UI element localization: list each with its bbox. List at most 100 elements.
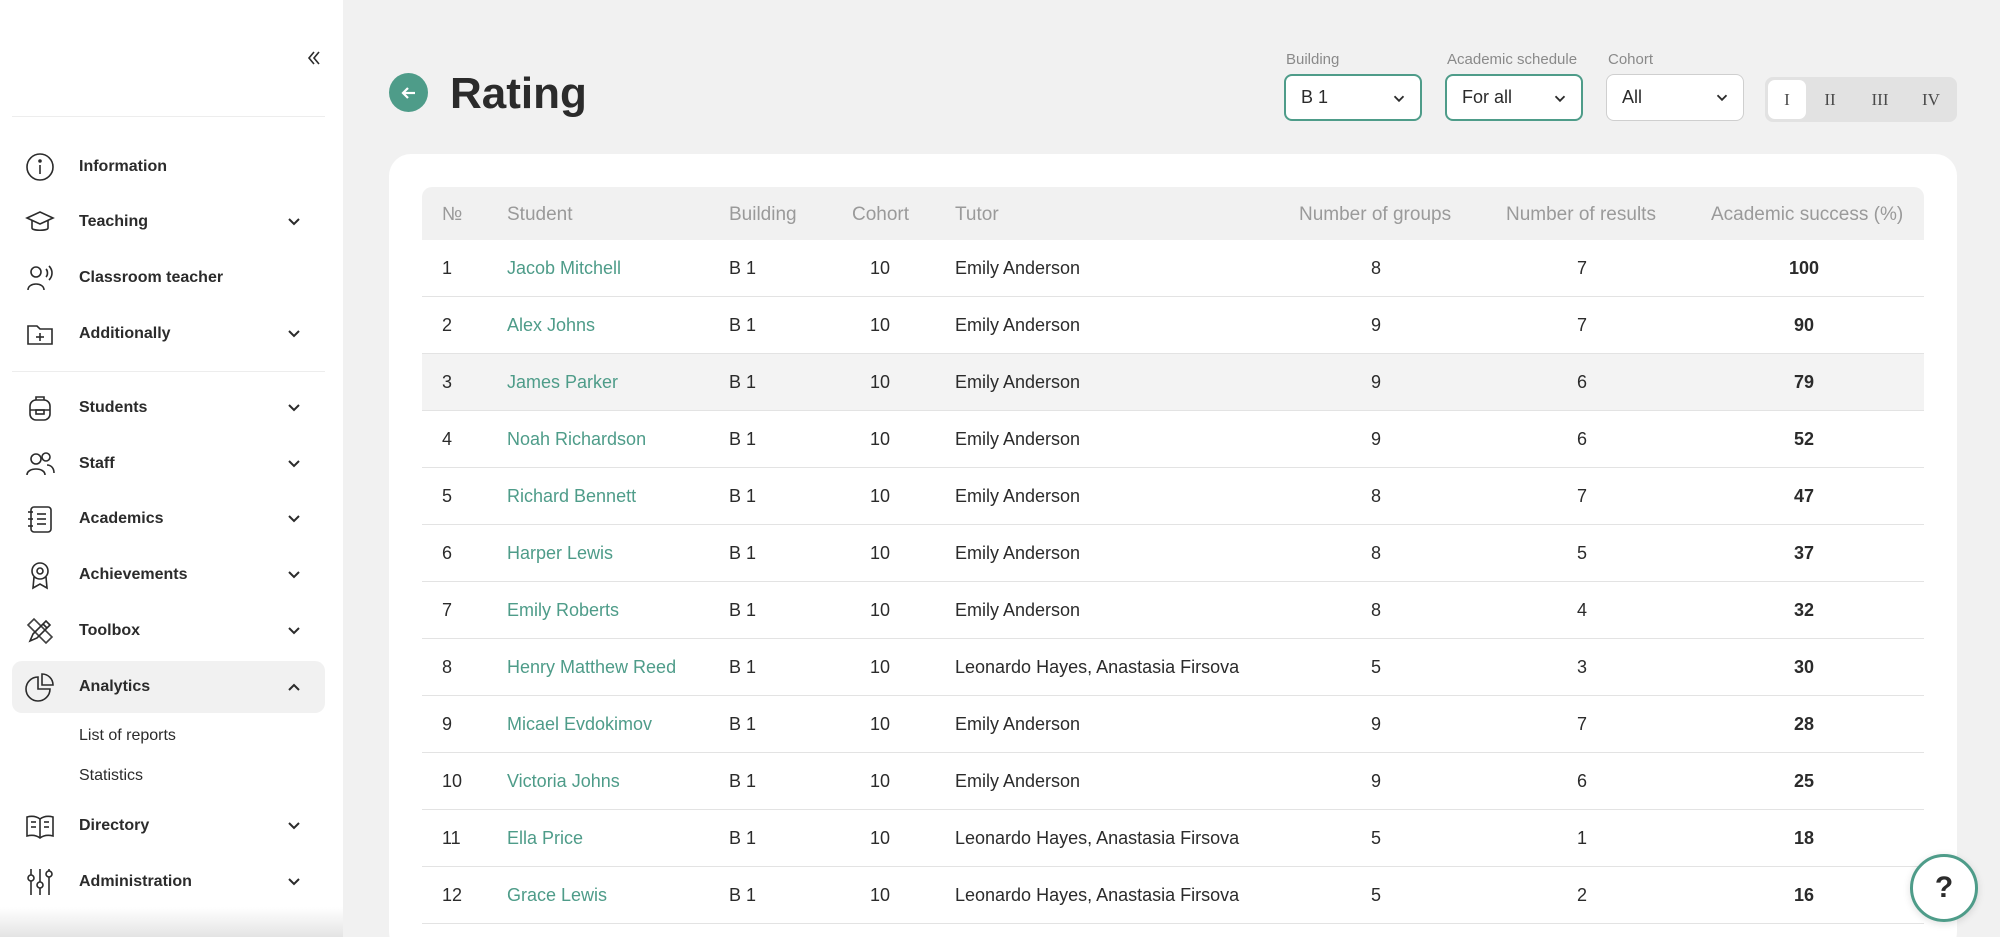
row-building: B 1: [729, 600, 757, 620]
sidebar-item-label: Additionally: [79, 325, 171, 342]
cohort-select-value: All: [1622, 87, 1643, 107]
student-name-link[interactable]: Victoria Johns: [507, 771, 620, 792]
cohort-select[interactable]: All: [1606, 74, 1744, 121]
sidebar-item-label: Staff: [79, 455, 115, 472]
table-row[interactable]: 12 Grace Lewis B 1 10 Leonardo Hayes, An…: [422, 867, 1924, 924]
row-results: 3: [1576, 657, 1588, 677]
table-row[interactable]: 10 Victoria Johns B 1 10 Emily Anderson …: [422, 753, 1924, 810]
column-header-groups[interactable]: Number of groups: [1299, 204, 1451, 226]
sidebar-item-analytics[interactable]: Analytics: [12, 661, 325, 713]
pie-chart-icon: [24, 671, 56, 703]
column-header-student[interactable]: Student: [507, 204, 573, 226]
column-header-cohort[interactable]: Cohort: [852, 204, 909, 226]
student-name-link[interactable]: Richard Bennett: [507, 486, 636, 507]
row-groups: 8: [1370, 600, 1382, 620]
row-number: 4: [442, 429, 453, 449]
chevron-down-icon: [284, 621, 304, 641]
row-groups: 9: [1370, 771, 1382, 791]
quarter-button-i[interactable]: I: [1768, 80, 1806, 119]
row-success: 90: [1793, 315, 1815, 335]
sidebar-item-label: Academics: [79, 510, 164, 527]
row-tutor: Emily Anderson: [955, 372, 1081, 392]
row-building: B 1: [729, 258, 757, 278]
column-header-tutor[interactable]: Tutor: [955, 204, 999, 226]
row-number: 10: [442, 771, 463, 791]
student-name-link[interactable]: Micael Evdokimov: [507, 714, 652, 735]
row-number: 5: [442, 486, 453, 506]
student-name-link[interactable]: Henry Matthew Reed: [507, 657, 676, 678]
row-success: 47: [1793, 486, 1815, 506]
column-header-success[interactable]: Academic success (%): [1711, 204, 1903, 226]
row-results: 7: [1576, 258, 1588, 278]
academic-schedule-select[interactable]: For all: [1445, 74, 1583, 121]
row-cohort: 10: [869, 600, 891, 620]
sidebar-subitem-list-of-reports[interactable]: List of reports: [79, 727, 176, 745]
table-row[interactable]: 11 Ella Price B 1 10 Leonardo Hayes, Ana…: [422, 810, 1924, 867]
sidebar-item-label: Teaching: [79, 213, 149, 230]
table-row[interactable]: 1 Jacob Mitchell B 1 10 Emily Anderson 8…: [422, 240, 1924, 297]
sidebar-item-achievements[interactable]: Achievements: [12, 549, 325, 601]
student-name-link[interactable]: Emily Roberts: [507, 600, 619, 621]
row-number: 8: [442, 657, 453, 677]
table-row[interactable]: 6 Harper Lewis B 1 10 Emily Anderson 8 5…: [422, 525, 1924, 582]
row-tutor: Leonardo Hayes, Anastasia Firsova: [955, 657, 1240, 677]
student-name-link[interactable]: Noah Richardson: [507, 429, 646, 450]
back-button[interactable]: [389, 73, 428, 112]
cohort-filter-label: Cohort: [1608, 51, 1654, 68]
building-select-value: B 1: [1301, 87, 1329, 107]
table-row[interactable]: 4 Noah Richardson B 1 10 Emily Anderson …: [422, 411, 1924, 468]
pencil-ruler-icon: [24, 615, 56, 647]
table-row[interactable]: 7 Emily Roberts B 1 10 Emily Anderson 8 …: [422, 582, 1924, 639]
student-name-link[interactable]: Harper Lewis: [507, 543, 613, 564]
table-row[interactable]: 9 Micael Evdokimov B 1 10 Emily Anderson…: [422, 696, 1924, 753]
row-cohort: 10: [869, 657, 891, 677]
schedule-filter-label: Academic schedule: [1447, 51, 1578, 68]
sidebar-subitem-statistics[interactable]: Statistics: [79, 767, 143, 785]
row-number: 2: [442, 315, 453, 335]
sidebar-item-label: Toolbox: [79, 622, 141, 639]
row-results: 5: [1576, 543, 1588, 563]
sidebar-item-academics[interactable]: Academics: [12, 493, 325, 545]
sidebar-item-administration[interactable]: Administration: [12, 856, 325, 908]
sidebar-item-teaching[interactable]: Teaching: [12, 196, 325, 248]
table-row[interactable]: 2 Alex Johns B 1 10 Emily Anderson 9 7 9…: [422, 297, 1924, 354]
student-name-link[interactable]: James Parker: [507, 372, 618, 393]
row-groups: 5: [1370, 885, 1382, 905]
quarter-button-iii[interactable]: III: [1855, 80, 1905, 119]
backpack-icon: [24, 392, 56, 424]
row-building: B 1: [729, 657, 757, 677]
row-building: B 1: [729, 885, 757, 905]
sidebar-item-information[interactable]: Information: [12, 141, 325, 193]
table-row[interactable]: 8 Henry Matthew Reed B 1 10 Leonardo Hay…: [422, 639, 1924, 696]
quarter-button-iv[interactable]: IV: [1908, 80, 1954, 119]
row-cohort: 10: [869, 885, 891, 905]
sidebar-item-students[interactable]: Students: [12, 382, 325, 434]
sidebar-item-additionally[interactable]: Additionally: [12, 308, 325, 360]
student-name-link[interactable]: Jacob Mitchell: [507, 258, 621, 279]
row-groups: 9: [1370, 372, 1382, 392]
collapse-sidebar-button[interactable]: [300, 44, 328, 72]
row-results: 7: [1576, 486, 1588, 506]
table-row[interactable]: 5 Richard Bennett B 1 10 Emily Anderson …: [422, 468, 1924, 525]
sidebar-item-directory[interactable]: Directory: [12, 800, 325, 852]
student-name-link[interactable]: Ella Price: [507, 828, 583, 849]
table-row[interactable]: 3 James Parker B 1 10 Emily Anderson 9 6…: [422, 354, 1924, 411]
sidebar-item-toolbox[interactable]: Toolbox: [12, 605, 325, 657]
row-success: 79: [1793, 372, 1815, 392]
sidebar-item-label: Administration: [79, 873, 192, 890]
student-name-link[interactable]: Grace Lewis: [507, 885, 607, 906]
column-header-number: №: [442, 204, 463, 225]
row-building: B 1: [729, 315, 757, 335]
sidebar-item-classroom-teacher[interactable]: Classroom teacher: [12, 252, 325, 304]
row-tutor: Emily Anderson: [955, 258, 1081, 278]
help-button[interactable]: ?: [1910, 854, 1978, 922]
column-header-results[interactable]: Number of results: [1506, 204, 1656, 226]
sidebar-item-staff[interactable]: Staff: [12, 438, 325, 490]
chevron-up-icon: [284, 677, 304, 697]
row-cohort: 10: [869, 828, 891, 848]
quarter-button-ii[interactable]: II: [1810, 80, 1850, 119]
column-header-building[interactable]: Building: [729, 204, 797, 226]
building-select[interactable]: B 1: [1284, 74, 1422, 121]
row-building: B 1: [729, 486, 757, 506]
student-name-link[interactable]: Alex Johns: [507, 315, 595, 336]
